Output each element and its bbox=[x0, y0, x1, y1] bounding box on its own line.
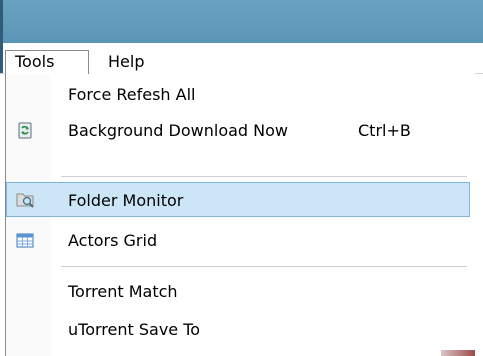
menu-separator bbox=[61, 176, 467, 177]
menu-item-folder-monitor[interactable]: Folder Monitor bbox=[6, 182, 470, 217]
menu-item-shortcut: Ctrl+B bbox=[358, 121, 411, 140]
tools-dropdown-menu: Force Refesh All Background Download Now… bbox=[5, 73, 475, 356]
menu-tools[interactable]: Tools bbox=[5, 50, 89, 74]
background-window-edge bbox=[441, 350, 475, 356]
menu-item-label: Folder Monitor bbox=[68, 191, 184, 210]
menu-item-label: uTorrent Save To bbox=[68, 320, 201, 339]
menu-item-torrent-match[interactable]: Torrent Match bbox=[6, 274, 470, 309]
menu-item-label: Actors Grid bbox=[68, 231, 158, 250]
grid-icon bbox=[16, 232, 34, 249]
window-titlebar bbox=[0, 0, 483, 43]
menu-help[interactable]: Help bbox=[101, 51, 161, 73]
window-left-edge bbox=[0, 0, 3, 43]
menubar-left-edge bbox=[0, 43, 3, 73]
menu-item-force-refresh-all[interactable]: Force Refesh All bbox=[6, 77, 470, 112]
download-refresh-icon bbox=[16, 122, 34, 139]
menu-item-actors-grid[interactable]: Actors Grid bbox=[6, 223, 470, 258]
menu-item-label: Background Download Now bbox=[68, 121, 288, 140]
menu-separator bbox=[61, 266, 467, 267]
menu-item-background-download-now[interactable]: Background Download Now Ctrl+B bbox=[6, 113, 470, 148]
menu-item-utorrent-save-to[interactable]: uTorrent Save To bbox=[6, 312, 470, 347]
menu-item-label: Force Refesh All bbox=[68, 85, 196, 104]
menu-item-label: Torrent Match bbox=[68, 282, 178, 301]
menu-bar: Tools Help bbox=[0, 43, 483, 74]
folder-monitor-icon bbox=[16, 191, 34, 208]
